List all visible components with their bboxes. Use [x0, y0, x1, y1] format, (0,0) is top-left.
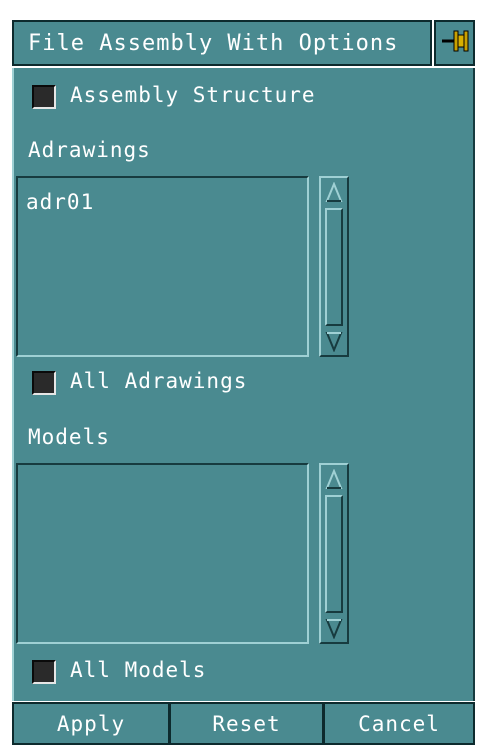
scroll-thumb[interactable]	[325, 208, 343, 326]
scroll-down-arrow-icon[interactable]	[325, 330, 343, 352]
pushpin-icon	[440, 26, 470, 60]
dialog-footer: Apply Reset Cancel	[12, 702, 475, 745]
list-item[interactable]: adr01	[26, 190, 94, 214]
adrawings-scrollbar[interactable]	[319, 176, 349, 357]
models-label: Models	[28, 425, 110, 449]
assembly-structure-checkbox[interactable]	[32, 85, 56, 109]
scroll-down-arrow-icon[interactable]	[325, 617, 343, 639]
dialog-title-text: File Assembly With Options	[28, 30, 399, 56]
apply-button[interactable]: Apply	[14, 704, 171, 743]
models-list[interactable]	[16, 463, 309, 644]
all-models-checkbox[interactable]	[32, 660, 56, 684]
file-assembly-dialog: File Assembly With Options Assembly Stru…	[0, 0, 483, 753]
cancel-button[interactable]: Cancel	[325, 704, 473, 743]
scroll-up-arrow-icon[interactable]	[325, 469, 343, 491]
all-models-label: All Models	[70, 658, 207, 682]
all-adrawings-checkbox[interactable]	[32, 371, 56, 395]
dialog-title: File Assembly With Options	[12, 20, 432, 66]
scroll-thumb[interactable]	[325, 495, 343, 613]
adrawings-list[interactable]: adr01	[16, 176, 309, 357]
assembly-structure-label: Assembly Structure	[70, 83, 316, 107]
all-adrawings-label: All Adrawings	[70, 369, 248, 393]
reset-button[interactable]: Reset	[171, 704, 325, 743]
dialog-body: Assembly Structure Adrawings adr01 All A…	[12, 68, 475, 701]
adrawings-label: Adrawings	[28, 138, 151, 162]
models-scrollbar[interactable]	[319, 463, 349, 644]
pin-button[interactable]	[434, 20, 475, 66]
scroll-up-arrow-icon[interactable]	[325, 182, 343, 204]
